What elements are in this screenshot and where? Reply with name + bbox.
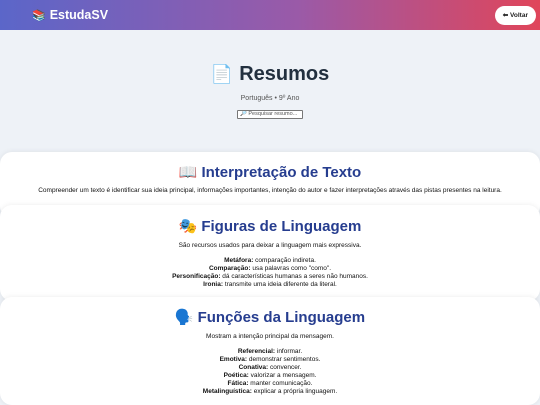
list-item: Metáfora: comparação indireta. (0, 257, 540, 265)
list-item: Poética: valorizar a mensagem. (0, 372, 540, 380)
term: Fática: (227, 380, 249, 387)
card-title: 📖 Interpretação de Texto (0, 163, 540, 182)
term: Conativa: (238, 364, 269, 371)
list-item: Metalinguística: explicar a própria ling… (0, 388, 540, 396)
card-description: Mostram a intenção principal da mensagem… (206, 333, 334, 340)
summary-card-figures: 🎭 Figuras de Linguagem São recursos usad… (0, 205, 540, 301)
definition-list: Referencial: informar. Emotiva: demonstr… (0, 348, 540, 396)
page-subtitle: Português • 9º Ano (240, 95, 300, 102)
definition-list: Metáfora: comparação indireta. Comparaçã… (0, 257, 540, 289)
back-button[interactable]: ⬅ Voltar (494, 5, 536, 25)
brand-logo[interactable]: 📚 EstudaSV (32, 8, 108, 22)
card-description: Compreender um texto é identificar sua i… (38, 187, 502, 194)
term: Metalinguística: (202, 388, 252, 395)
card-description: São recursos usados para deixar a lingua… (178, 242, 362, 249)
list-item: Comparação: usa palavras como "como". (0, 265, 540, 273)
term: Ironia: (203, 281, 224, 288)
list-item: Fática: manter comunicação. (0, 380, 540, 388)
card-title: 🎭 Figuras de Linguagem (0, 217, 540, 236)
books-icon: 📚 (32, 9, 46, 22)
page-title-text: Resumos (239, 63, 330, 85)
summary-card-functions: 🗣️ Funções da Linguagem Mostram a intenç… (0, 297, 540, 405)
term: Personificação: (172, 273, 221, 280)
term: Poética: (223, 372, 249, 379)
top-navbar: 📚 EstudaSV ⬅ Voltar (0, 0, 540, 30)
list-item: Referencial: informar. (0, 348, 540, 356)
term: Referencial: (237, 348, 276, 355)
definition: valorizar a mensagem. (248, 372, 317, 379)
term: Metáfora: (224, 257, 254, 264)
list-item: Personificação: dá características human… (0, 273, 540, 281)
list-item: Emotiva: demonstrar sentimentos. (0, 356, 540, 364)
card-title: 🗣️ Funções da Linguagem (0, 308, 540, 327)
definition: dá características humanas a seres não h… (220, 273, 368, 280)
term: Comparação: (208, 265, 251, 272)
card-title-text: Interpretação de Texto (201, 163, 362, 181)
card-title-text: Figuras de Linguagem (201, 217, 362, 235)
search-input[interactable] (237, 109, 303, 119)
page-title: 📄 Resumos (0, 63, 540, 86)
definition: informar. (275, 348, 303, 355)
definition: demonstrar sentimentos. (247, 356, 321, 363)
open-book-icon: 📖 (178, 164, 198, 181)
definition: manter comunicação. (248, 380, 313, 387)
card-title-text: Funções da Linguagem (197, 308, 366, 326)
definition: convencer. (268, 364, 302, 371)
definition: comparação indireta. (253, 257, 316, 264)
theater-masks-icon: 🎭 (178, 218, 198, 235)
definition: usa palavras como "como". (250, 265, 332, 272)
speaking-head-icon: 🗣️ (174, 309, 194, 326)
document-icon: 📄 (210, 64, 234, 84)
brand-name: EstudaSV (49, 8, 109, 22)
list-item: Ironia: transmite uma ideia diferente da… (0, 281, 540, 289)
hero-section: 📄 Resumos Português • 9º Ano (0, 30, 540, 151)
definition: transmite uma ideia diferente da literal… (223, 281, 337, 288)
definition: explicar a própria linguagem. (251, 388, 338, 395)
term: Emotiva: (219, 356, 248, 363)
list-item: Conativa: convencer. (0, 364, 540, 372)
